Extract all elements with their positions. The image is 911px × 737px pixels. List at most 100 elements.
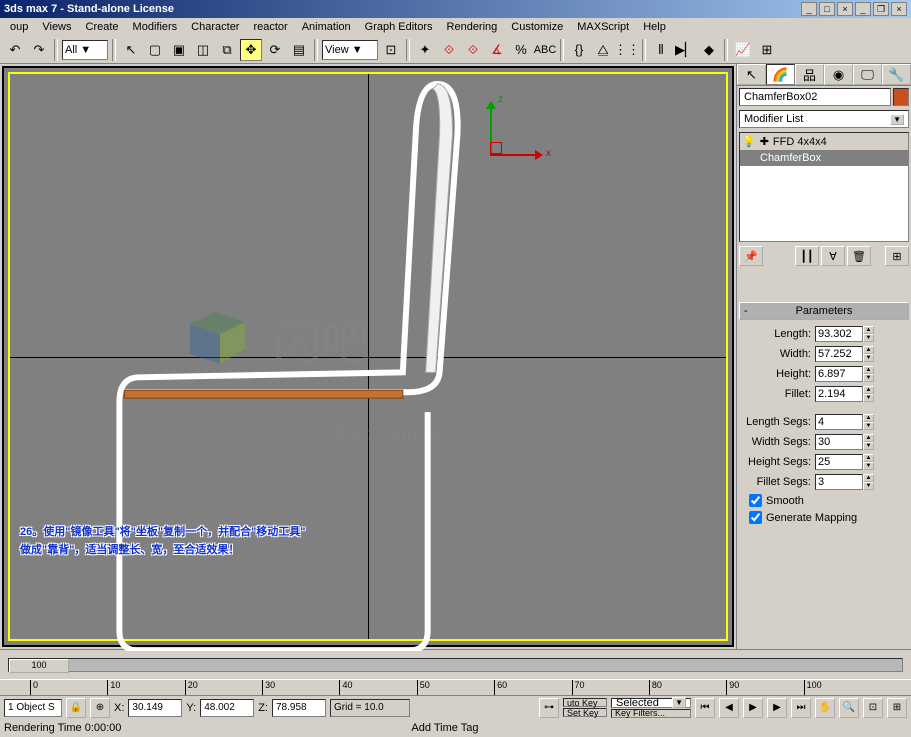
menu-animation[interactable]: Animation [296, 20, 357, 34]
tab-create[interactable]: ↖ [737, 64, 766, 85]
stack-item-chamferbox[interactable]: ChamferBox [740, 150, 908, 166]
goto-start[interactable]: ⏮ [695, 698, 715, 718]
menu-customize[interactable]: Customize [505, 20, 569, 34]
quick-align[interactable]: ▶▏ [674, 39, 696, 61]
schematic-view[interactable]: ⊞ [756, 39, 778, 61]
length-down[interactable]: ▼ [863, 334, 874, 342]
smooth-checkbox[interactable] [749, 494, 762, 507]
snap-toggle-2d[interactable]: ⟐ [438, 39, 460, 61]
move-button[interactable]: ✥ [240, 39, 262, 61]
percent-snap[interactable]: % [510, 39, 532, 61]
modifier-stack[interactable]: 💡 ✚ FFD 4x4x4 ChamferBox [739, 132, 909, 242]
expand-icon[interactable]: ✚ [760, 135, 769, 148]
curve-editor[interactable]: 📈 [732, 39, 754, 61]
fillet-down[interactable]: ▼ [863, 394, 874, 402]
menu-modifiers[interactable]: Modifiers [127, 20, 184, 34]
menu-maxscript[interactable]: MAXScript [571, 20, 635, 34]
width-up[interactable]: ▲ [863, 346, 874, 354]
rotate-button[interactable]: ⟳ [264, 39, 286, 61]
absolute-mode[interactable]: ⊕ [90, 698, 110, 718]
angle-snap[interactable]: ∡ [486, 39, 508, 61]
undo-button[interactable]: ↶ [4, 39, 26, 61]
play-button[interactable]: ▶ [743, 698, 763, 718]
fillet-spinner[interactable] [815, 386, 863, 402]
tab-display[interactable]: 🖵 [853, 64, 882, 85]
menu-help[interactable]: Help [637, 20, 672, 34]
nav-1[interactable]: ✋ [815, 698, 835, 718]
tab-motion[interactable]: ◉ [824, 64, 853, 85]
minimize-button[interactable]: _ [801, 2, 817, 16]
fsegs-up[interactable]: ▲ [863, 474, 874, 482]
mirror-button[interactable]: ⧋ [592, 39, 614, 61]
wsegs-spinner[interactable] [815, 434, 863, 450]
length-spinner[interactable] [815, 326, 863, 342]
menu-rendering[interactable]: Rendering [441, 20, 504, 34]
tab-utilities[interactable]: 🔧 [882, 64, 911, 85]
wsegs-down[interactable]: ▼ [863, 442, 874, 450]
select-region-2[interactable]: ▣ [168, 39, 190, 61]
height-down[interactable]: ▼ [863, 374, 874, 382]
menu-group[interactable]: oup [4, 20, 34, 34]
modifier-list-dropdown[interactable]: Modifier List [739, 110, 909, 128]
restore-button[interactable]: ❐ [873, 2, 889, 16]
snap-toggle-3d[interactable]: ⟐ [462, 39, 484, 61]
wsegs-up[interactable]: ▲ [863, 434, 874, 442]
selection-filter-combo[interactable]: All ▼ [62, 40, 108, 60]
next-frame[interactable]: ▶ [767, 698, 787, 718]
layers-button[interactable]: ◆ [698, 39, 720, 61]
fsegs-down[interactable]: ▼ [863, 482, 874, 490]
height-up[interactable]: ▲ [863, 366, 874, 374]
rollout-header[interactable]: Parameters [739, 302, 909, 320]
spinner-snap[interactable]: ABC [534, 39, 556, 61]
viewport[interactable]: 闪吧 撰写：nebula x z 26。使用"镜像工具"将"坐板"复制一个，并配… [2, 66, 734, 647]
close-button-2[interactable]: × [891, 2, 907, 16]
scale-button[interactable]: ▤ [288, 39, 310, 61]
tab-hierarchy[interactable]: 品 [795, 64, 824, 85]
nav-2[interactable]: 🔍 [839, 698, 859, 718]
key-mode-icon[interactable]: ⊶ [539, 698, 559, 718]
pivot-button[interactable]: ⊡ [380, 39, 402, 61]
redo-button[interactable]: ↷ [28, 39, 50, 61]
menu-reactor[interactable]: reactor [247, 20, 293, 34]
make-unique[interactable]: ∀ [821, 246, 845, 266]
time-ruler[interactable]: 0 10 20 30 40 50 60 70 80 90 100 [0, 679, 911, 695]
hsegs-up[interactable]: ▲ [863, 454, 874, 462]
ref-coord-combo[interactable]: View ▼ [322, 40, 378, 60]
height-spinner[interactable] [815, 366, 863, 382]
fillet-up[interactable]: ▲ [863, 386, 874, 394]
lightbulb-icon[interactable]: 💡 [742, 135, 756, 148]
lock-selection[interactable]: 🔒 [66, 698, 86, 718]
fsegs-spinner[interactable] [815, 474, 863, 490]
select-region-3[interactable]: ◫ [192, 39, 214, 61]
named-sel-sets[interactable]: {} [568, 39, 590, 61]
key-filters-button[interactable]: Key Filters... [611, 709, 691, 718]
close-button[interactable]: × [837, 2, 853, 16]
select-region-1[interactable]: ▢ [144, 39, 166, 61]
width-spinner[interactable] [815, 346, 863, 362]
nav-3[interactable]: ⊡ [863, 698, 883, 718]
pin-stack-button[interactable]: 📌 [739, 246, 763, 266]
object-color-swatch[interactable] [893, 88, 909, 106]
align-button[interactable]: ⫴ [650, 39, 672, 61]
prev-frame[interactable]: ◀ [719, 698, 739, 718]
hsegs-down[interactable]: ▼ [863, 462, 874, 470]
menu-views[interactable]: Views [36, 20, 77, 34]
stack-item-ffd[interactable]: 💡 ✚ FFD 4x4x4 [740, 133, 908, 150]
x-field[interactable] [128, 699, 182, 717]
minimize-button-2[interactable]: _ [855, 2, 871, 16]
hsegs-spinner[interactable] [815, 454, 863, 470]
array-button[interactable]: ⋮⋮ [616, 39, 638, 61]
menu-create[interactable]: Create [80, 20, 125, 34]
lsegs-spinner[interactable] [815, 414, 863, 430]
z-field[interactable] [272, 699, 326, 717]
configure-sets[interactable]: ⊞ [885, 246, 909, 266]
time-thumb[interactable]: 100 [9, 659, 69, 673]
add-time-tag[interactable]: Add Time Tag [411, 722, 478, 734]
tab-modify[interactable]: 🌈 [766, 64, 795, 85]
menu-character[interactable]: Character [185, 20, 245, 34]
gen-mapping-checkbox[interactable] [749, 511, 762, 524]
time-slider[interactable]: 100 [8, 658, 903, 672]
y-field[interactable] [200, 699, 254, 717]
set-key-button[interactable]: Set Key [563, 708, 607, 717]
select-region-4[interactable]: ⧉ [216, 39, 238, 61]
